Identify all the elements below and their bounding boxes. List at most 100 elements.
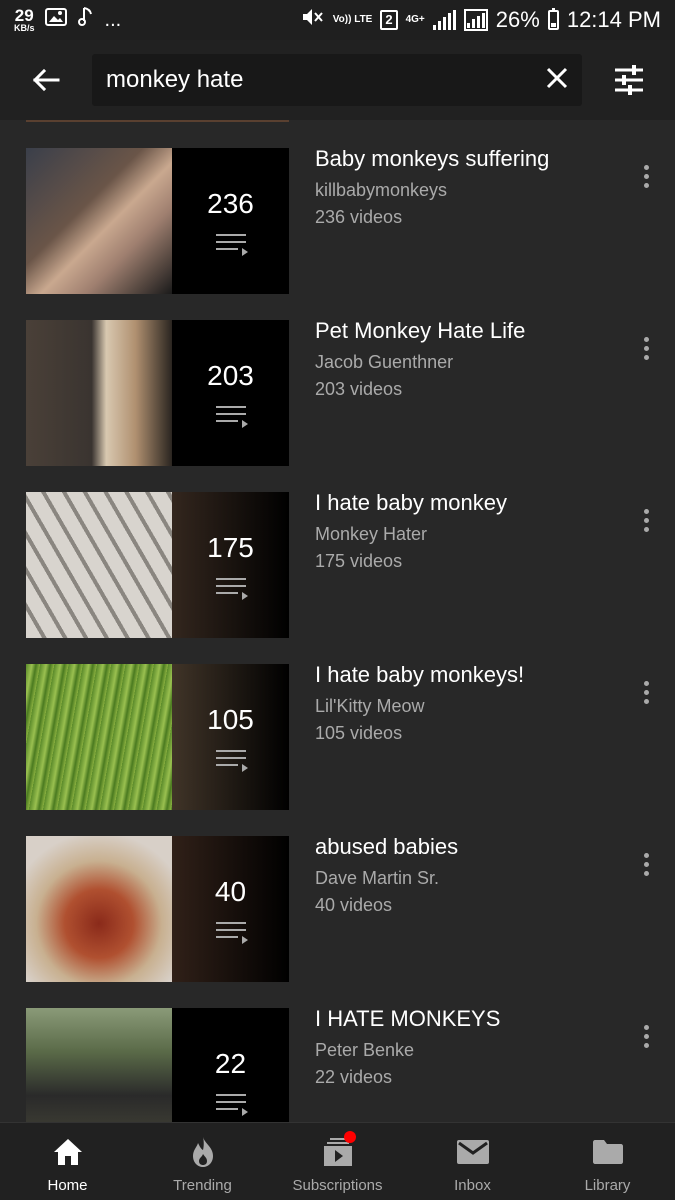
thumbnail-image: [26, 320, 172, 466]
thumbnail-image: [26, 836, 172, 982]
playlist-row[interactable]: 203 Pet Monkey Hate Life Jacob Guenthner…: [0, 317, 675, 466]
volte-indicator: Vo)) LTE: [332, 14, 373, 25]
image-icon: [44, 7, 67, 33]
playlist-overlay: 22: [172, 1008, 289, 1122]
channel-name: Lil'Kitty Meow: [315, 696, 425, 716]
playlist-thumbnail[interactable]: 105: [26, 664, 289, 810]
battery-icon: [547, 8, 559, 30]
notification-dot: [343, 1131, 356, 1143]
app-bar: monkey hate: [0, 40, 675, 120]
nav-library[interactable]: Library: [540, 1123, 675, 1200]
playlist-thumbnail[interactable]: 22: [26, 1008, 289, 1122]
more-options-button[interactable]: [630, 672, 662, 712]
playlist-row[interactable]: 22 I HATE MONKEYS Peter Benke 22 videos: [0, 1005, 675, 1122]
playlist-count: 203: [207, 360, 254, 391]
playlist-row[interactable]: 105 I hate baby monkeys! Lil'Kitty Meow …: [0, 661, 675, 810]
playlist-count: 175: [207, 532, 254, 563]
thumbnail-image: [26, 664, 172, 810]
more-options-button[interactable]: [630, 156, 662, 196]
clock: 12:14 PM: [566, 7, 661, 32]
more-options-button[interactable]: [630, 328, 662, 368]
playlist-title[interactable]: I hate baby monkeys!: [315, 661, 615, 689]
playlist-count: 22: [214, 1048, 247, 1079]
network-type: 4G+: [405, 14, 425, 25]
playlist-overlay: 105: [172, 664, 289, 810]
status-bar: 29 KB/s ... Vo)) LTE 2 4G+ 26% 12:14 PM: [0, 0, 675, 40]
playlist-thumbnail[interactable]: 175: [26, 492, 289, 638]
sim-badge: 2: [380, 10, 398, 30]
nav-label: Library: [584, 1177, 631, 1194]
channel-name: Jacob Guenthner: [315, 352, 454, 372]
signal-icon-2: [463, 9, 488, 31]
arrow-left-icon: [32, 68, 60, 92]
nav-label: Trending: [173, 1177, 232, 1194]
mute-icon: [301, 6, 325, 34]
bottom-navigation: Home Trending Subscriptions Inbox Librar…: [0, 1122, 675, 1200]
playlist-row[interactable]: 40 abused babies Dave Martin Sr. 40 vide…: [0, 833, 675, 982]
channel-name: Dave Martin Sr.: [315, 868, 440, 888]
playlist-icon: [215, 1094, 248, 1116]
search-query: monkey hate: [106, 66, 244, 93]
channel-name: killbabymonkeys: [315, 180, 448, 200]
playlist-count: 236: [207, 188, 254, 219]
playlist-count: 40: [214, 876, 247, 907]
back-button[interactable]: [0, 40, 92, 120]
nav-trending[interactable]: Trending: [135, 1123, 270, 1200]
nav-inbox[interactable]: Inbox: [405, 1123, 540, 1200]
playlist-thumbnail[interactable]: 40: [26, 836, 289, 982]
signal-icon: [432, 10, 456, 30]
playlist-thumbnail[interactable]: 236: [26, 148, 289, 294]
flame-icon: [185, 1135, 221, 1169]
playlist-count: 105: [207, 704, 254, 735]
thumbnail-image: [26, 148, 172, 294]
playlist-title[interactable]: Baby monkeys suffering: [315, 145, 615, 173]
playlist-icon: [215, 750, 248, 772]
more-notifications-indicator: ...: [104, 8, 122, 31]
nav-home[interactable]: Home: [0, 1123, 135, 1200]
more-options-button[interactable]: [630, 844, 662, 884]
music-note-icon: [77, 6, 95, 34]
nav-label: Home: [47, 1177, 88, 1194]
playlist-title[interactable]: I hate baby monkey: [315, 489, 615, 517]
more-options-button[interactable]: [630, 1016, 662, 1056]
video-count: 40 videos: [315, 895, 393, 915]
playlist-icon: [215, 922, 248, 944]
playlist-title[interactable]: Pet Monkey Hate Life: [315, 317, 615, 345]
subscriptions-icon: [320, 1131, 356, 1169]
mail-icon: [455, 1135, 491, 1169]
playlist-icon: [215, 234, 248, 256]
video-count: 236 videos: [315, 207, 403, 227]
channel-name: Peter Benke: [315, 1040, 415, 1060]
playlist-icon: [215, 578, 248, 600]
playlist-overlay: 203: [172, 320, 289, 466]
speed-value: 29: [14, 6, 34, 25]
clear-search-button[interactable]: [546, 67, 568, 94]
speed-unit: KB/s: [14, 23, 35, 33]
playlist-title[interactable]: I HATE MONKEYS: [315, 1005, 615, 1033]
results-list[interactable]: 236 Baby monkeys suffering killbabymonke…: [0, 120, 675, 1122]
video-count: 22 videos: [315, 1067, 393, 1087]
filter-sliders-icon: [614, 65, 643, 95]
previous-thumbnail-edge: [26, 120, 289, 122]
nav-label: Inbox: [454, 1177, 491, 1194]
channel-name: Monkey Hater: [315, 524, 428, 544]
home-icon: [50, 1135, 86, 1169]
playlist-title[interactable]: abused babies: [315, 833, 615, 861]
video-count: 203 videos: [315, 379, 403, 399]
battery-percent: 26%: [495, 7, 540, 32]
thumbnail-image: [26, 1008, 172, 1122]
filter-button[interactable]: [582, 40, 675, 120]
nav-label: Subscriptions: [292, 1177, 383, 1194]
search-input[interactable]: monkey hate: [92, 54, 582, 106]
folder-icon: [590, 1135, 626, 1169]
nav-subscriptions[interactable]: Subscriptions: [270, 1123, 405, 1200]
more-options-button[interactable]: [630, 500, 662, 540]
network-speed: 29 KB/s: [14, 7, 35, 33]
thumbnail-image: [26, 492, 172, 638]
playlist-row[interactable]: 175 I hate baby monkey Monkey Hater 175 …: [0, 489, 675, 638]
playlist-row[interactable]: 236 Baby monkeys suffering killbabymonke…: [0, 145, 675, 294]
close-icon: [546, 67, 568, 88]
playlist-icon: [215, 406, 248, 428]
playlist-thumbnail[interactable]: 203: [26, 320, 289, 466]
video-count: 105 videos: [315, 723, 403, 743]
